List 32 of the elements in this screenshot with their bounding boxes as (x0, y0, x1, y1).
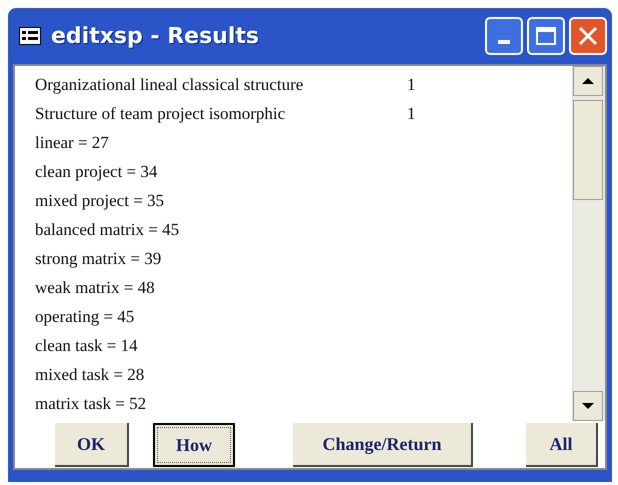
result-value: 1 (407, 74, 416, 94)
app-icon (19, 27, 41, 45)
result-text: matrix task = 52 (35, 394, 146, 414)
scroll-up-button[interactable] (573, 66, 603, 96)
result-text: mixed task = 28 (35, 364, 144, 384)
result-text: operating = 45 (35, 306, 134, 326)
dialog-button[interactable]: How (153, 423, 235, 467)
result-text: mixed project = 35 (35, 190, 164, 210)
result-text: clean task = 14 (35, 336, 138, 356)
result-text: linear = 27 (35, 132, 109, 152)
result-text: Organizational lineal classical structure (35, 74, 304, 94)
dialog-button[interactable]: OK (55, 423, 129, 467)
close-icon (577, 25, 599, 47)
result-text: Structure of team project isomorphic (35, 104, 286, 124)
dialog-button[interactable]: All (526, 423, 598, 467)
scrollbar[interactable] (572, 66, 605, 421)
scroll-down-button[interactable] (573, 391, 603, 421)
up-arrow-icon (582, 77, 594, 85)
window-title: editxsp - Results (51, 24, 259, 48)
close-button[interactable] (569, 17, 607, 55)
maximize-button[interactable] (527, 17, 565, 55)
result-text: balanced matrix = 45 (35, 220, 180, 240)
result-text: clean project = 34 (35, 162, 158, 182)
result-value: 1 (407, 104, 416, 124)
minimize-button[interactable] (485, 17, 523, 55)
minimize-icon (498, 40, 510, 44)
dialog-button[interactable]: Change/Return (293, 423, 473, 467)
maximize-icon (535, 26, 557, 46)
scroll-thumb[interactable] (573, 100, 603, 200)
result-text: strong matrix = 39 (35, 248, 162, 268)
down-arrow-icon (582, 402, 594, 410)
result-text: weak matrix = 48 (35, 278, 155, 298)
